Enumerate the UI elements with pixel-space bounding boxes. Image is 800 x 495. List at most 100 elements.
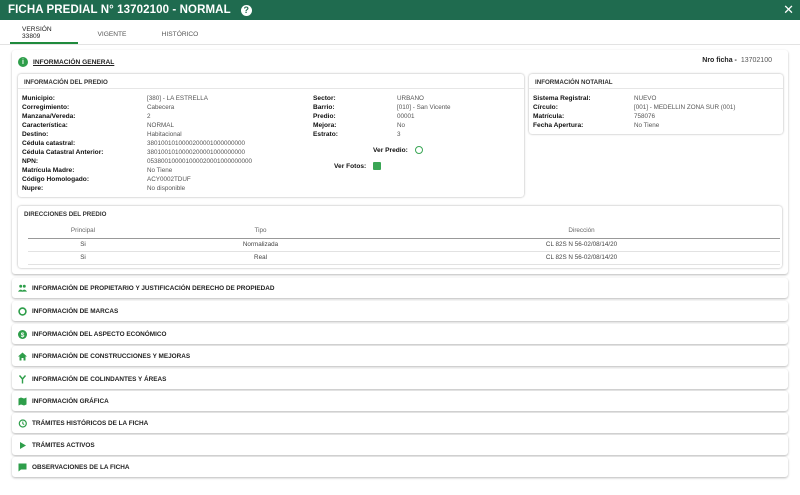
predio-info-box: INFORMACIÓN DEL PREDIO Municipio: Correg… xyxy=(18,74,524,197)
field-label: Manzana/Vereda: xyxy=(22,113,76,120)
section-construcciones[interactable]: INFORMACIÓN DE CONSTRUCCIONES Y MEJORAS xyxy=(12,346,788,366)
field-value: URBANO xyxy=(397,95,424,102)
field-label: Estrato: xyxy=(313,131,338,138)
table-cell: Real xyxy=(138,251,383,265)
close-icon[interactable]: ✕ xyxy=(783,2,794,18)
general-info-label: INFORMACIÓN GENERAL xyxy=(33,58,115,66)
comment-icon xyxy=(18,463,27,472)
field-label: Destino: xyxy=(22,131,49,138)
dollar-icon: $ xyxy=(18,329,27,339)
field-value: 3801001010000200001000000000 xyxy=(147,149,246,156)
tab-historico[interactable]: HISTÓRICO xyxy=(146,24,214,44)
predio-left-keys: Municipio: Corregimiento: Manzana/Vereda… xyxy=(22,94,103,193)
section-label: TRÁMITES ACTIVOS xyxy=(32,441,95,449)
section-label: TRÁMITES HISTÓRICOS DE LA FICHA xyxy=(32,419,149,427)
section-label: INFORMACIÓN DE PROPIETARIO Y JUSTIFICACI… xyxy=(32,284,275,292)
nro-ficha-value: 13702100 xyxy=(740,57,772,64)
ver-fotos: Ver Fotos: xyxy=(334,162,382,171)
tab-version[interactable]: VERSIÓN 33809 xyxy=(10,24,78,44)
section-observaciones[interactable]: OBSERVACIONES DE LA FICHA xyxy=(12,457,788,477)
divider xyxy=(18,88,524,89)
ring-icon xyxy=(18,306,27,316)
field-value: Cabecera xyxy=(147,104,175,111)
image-icon[interactable] xyxy=(373,162,382,171)
field-label: Sistema Registral: xyxy=(533,95,591,102)
field-label: NPN: xyxy=(22,158,39,165)
column-header: Tipo xyxy=(138,224,383,239)
version-tabs: VERSIÓN 33809 VIGENTE HISTÓRICO xyxy=(10,24,214,44)
field-label: Barrio: xyxy=(313,104,335,111)
column-header: Principal xyxy=(28,224,138,239)
svg-text:$: $ xyxy=(21,332,25,339)
divider xyxy=(529,88,783,89)
field-label: Cédula catastral: xyxy=(22,140,76,147)
section-marcas[interactable]: INFORMACIÓN DE MARCAS xyxy=(12,301,788,321)
field-label: Nupre: xyxy=(22,185,44,192)
column-header: Dirección xyxy=(383,224,780,239)
field-value: [001] - MEDELLIN ZONA SUR (001) xyxy=(634,104,736,111)
field-value: 00001 xyxy=(397,113,415,120)
field-value: No disponible xyxy=(147,185,186,192)
field-label: Característica: xyxy=(22,122,68,129)
direcciones-box: DIRECCIONES DEL PREDIO Principal Tipo Di… xyxy=(18,206,782,268)
history-icon xyxy=(18,418,27,428)
info-icon: i xyxy=(18,57,28,67)
table-cell: Si xyxy=(28,251,138,265)
predio-right-values: URBANO [010] - San Vicente 00001 No 3 xyxy=(397,94,450,139)
section-label: OBSERVACIONES DE LA FICHA xyxy=(32,463,130,471)
table-cell: Normalizada xyxy=(138,238,383,252)
section-propietario[interactable]: INFORMACIÓN DE PROPIETARIO Y JUSTIFICACI… xyxy=(12,278,788,298)
help-icon[interactable]: ? xyxy=(240,4,252,16)
section-economico[interactable]: $ INFORMACIÓN DEL ASPECTO ECONÓMICO xyxy=(12,324,788,344)
ver-fotos-label: Ver Fotos: xyxy=(334,163,367,170)
field-value: [380] - LA ESTRELLA xyxy=(147,95,208,102)
title-bar: FICHA PREDIAL N° 13702100 - NORMAL ? ✕ xyxy=(0,0,800,20)
ver-predio: Ver Predio: xyxy=(373,146,423,155)
field-value: NUEVO xyxy=(634,95,657,102)
section-label: INFORMACIÓN DE CONSTRUCCIONES Y MEJORAS xyxy=(32,352,191,360)
section-label: INFORMACIÓN DEL ASPECTO ECONÓMICO xyxy=(32,330,167,338)
field-value: 053800100001000020001000000000 xyxy=(147,158,253,165)
section-colindantes[interactable]: INFORMACIÓN DE COLINDANTES Y ÁREAS xyxy=(12,369,788,389)
field-label: Matrícula Madre: xyxy=(22,167,75,174)
field-label: Municipio: xyxy=(22,95,55,102)
nro-ficha-label: Nro ficha - xyxy=(702,57,737,64)
field-label: Fecha Apertura: xyxy=(533,122,584,129)
field-value: 3 xyxy=(397,131,401,138)
section-grafica[interactable]: INFORMACIÓN GRÁFICA xyxy=(12,391,788,411)
direcciones-table: Principal Tipo Dirección Si Normalizada … xyxy=(28,224,780,265)
field-label: Mejora: xyxy=(313,122,337,129)
tab-divider xyxy=(0,44,800,45)
table-cell: CL 82S N 56-02/08/14/20 xyxy=(383,251,780,265)
field-value: No xyxy=(397,122,406,129)
field-label: Matrícula: xyxy=(533,113,565,120)
section-tramites-historicos[interactable]: TRÁMITES HISTÓRICOS DE LA FICHA xyxy=(12,413,788,433)
field-value: 2 xyxy=(147,113,151,120)
map-icon xyxy=(18,397,27,406)
merge-icon xyxy=(18,374,27,384)
locate-icon[interactable] xyxy=(414,146,423,155)
ver-predio-label: Ver Predio: xyxy=(373,147,408,154)
general-info-header[interactable]: i INFORMACIÓN GENERAL xyxy=(18,56,114,68)
predio-left-values: [380] - LA ESTRELLA Cabecera 2 NORMAL Ha… xyxy=(147,94,252,193)
predio-info-title: INFORMACIÓN DEL PREDIO xyxy=(24,79,108,86)
field-value: 3801001010000200001000000000 xyxy=(147,140,246,147)
people-icon xyxy=(18,284,27,293)
play-icon xyxy=(18,441,27,450)
field-label: Predio: xyxy=(313,113,336,120)
tab-vigente[interactable]: VIGENTE xyxy=(78,24,146,44)
table-row: Si Real CL 82S N 56-02/08/14/20 xyxy=(28,251,780,265)
field-label: Corregimiento: xyxy=(22,104,70,111)
field-label: Círculo: xyxy=(533,104,558,111)
table-cell: Si xyxy=(28,238,138,252)
predio-right-keys: Sector: Barrio: Predio: Mejora: Estrato: xyxy=(313,94,338,139)
field-value: 758076 xyxy=(634,113,656,120)
nro-ficha: Nro ficha - 13702100 xyxy=(702,57,772,64)
field-value: Habitacional xyxy=(147,131,182,138)
section-label: INFORMACIÓN DE COLINDANTES Y ÁREAS xyxy=(32,375,167,383)
field-label: Sector: xyxy=(313,95,336,102)
window-title: FICHA PREDIAL N° 13702100 - NORMAL xyxy=(8,4,231,16)
field-value: No Tiene xyxy=(147,167,173,174)
section-tramites-activos[interactable]: TRÁMITES ACTIVOS xyxy=(12,435,788,455)
table-cell: CL 82S N 56-02/08/14/20 xyxy=(383,238,780,252)
